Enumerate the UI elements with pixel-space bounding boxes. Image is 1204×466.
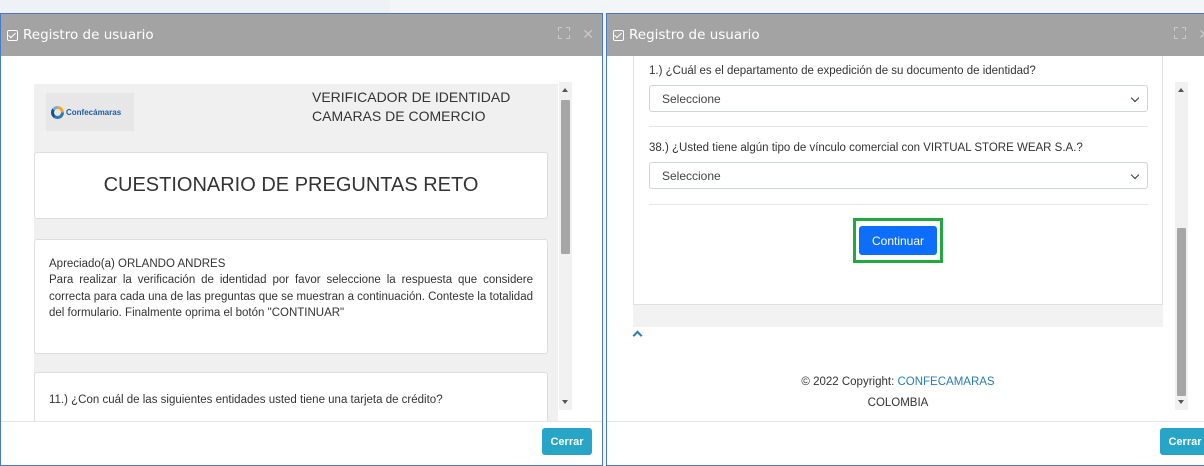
right-window-controls: ✕ — [1174, 27, 1204, 43]
panel-footer-bar — [633, 305, 1163, 327]
continue-button[interactable]: Continuar — [859, 226, 937, 255]
commercial-link-select-value: Seleccione — [662, 168, 721, 183]
left-modal-title: Registro de usuario — [23, 27, 154, 43]
left-registration-modal: Registro de usuario ✕ Confecámaras VERIF… — [0, 13, 603, 466]
scroll-down-arrow-icon[interactable] — [562, 400, 568, 404]
expand-icon[interactable] — [558, 27, 571, 39]
left-modal-footer: Cerrar — [1, 420, 602, 465]
divider — [649, 204, 1148, 205]
confecamaras-link[interactable]: CONFECAMARAS — [897, 376, 994, 388]
left-modal-body: Confecámaras VERIFICADOR DE IDENTIDAD CA… — [1, 56, 602, 422]
close-button[interactable]: Cerrar — [1160, 428, 1204, 455]
left-window-controls: ✕ — [558, 27, 594, 43]
scroll-up-arrow-icon[interactable] — [562, 88, 568, 92]
expand-icon[interactable] — [1174, 27, 1187, 39]
right-scrollbar[interactable] — [1175, 82, 1188, 410]
copyright: © 2022 Copyright: CONFECAMARAS — [633, 376, 1163, 388]
department-select-value: Seleccione — [662, 91, 721, 106]
right-modal-header: Registro de usuario ✕ — [607, 14, 1204, 56]
verifier-line-2: CAMARAS DE COMERCIO — [312, 108, 486, 124]
screen: Registro de usuario ✕ Confecámaras VERIF… — [0, 0, 1204, 466]
greeting-text: Apreciado(a) ORLANDO ANDRES — [49, 258, 226, 270]
close-icon[interactable]: ✕ — [582, 27, 594, 43]
chevron-up-icon[interactable] — [633, 327, 643, 337]
checkbox-icon — [613, 29, 624, 41]
commercial-link-select[interactable]: Seleccione — [649, 162, 1148, 189]
question-11-label: 11.) ¿Con cuál de las siguientes entidad… — [49, 394, 443, 406]
department-select[interactable]: Seleccione — [649, 85, 1148, 112]
copyright-text: © 2022 Copyright: — [801, 376, 898, 388]
checkbox-icon — [7, 29, 18, 41]
continue-highlight: Continuar — [853, 218, 943, 263]
questions-panel: 1.) ¿Cuál es el departamento de expedici… — [633, 56, 1163, 305]
close-icon[interactable]: ✕ — [1198, 27, 1204, 43]
confecamaras-logo: Confecámaras — [46, 93, 134, 131]
instructions-card: Apreciado(a) ORLANDO ANDRES Para realiza… — [34, 239, 548, 354]
right-modal-title: Registro de usuario — [629, 27, 760, 43]
divider — [649, 126, 1148, 127]
scroll-down-arrow-icon[interactable] — [1178, 400, 1184, 404]
chevron-down-icon — [1130, 93, 1140, 103]
verifier-line-1: VERIFICADOR DE IDENTIDAD — [312, 89, 511, 105]
questionnaire-title: CUESTIONARIO DE PREGUNTAS RETO — [34, 152, 548, 219]
background-strip — [0, 0, 390, 14]
scrollbar-thumb[interactable] — [561, 100, 570, 254]
left-scrollbar[interactable] — [559, 82, 572, 410]
close-button[interactable]: Cerrar — [542, 428, 592, 455]
scroll-up-arrow-icon[interactable] — [1178, 88, 1184, 92]
questions-form: 1.) ¿Cuál es el departamento de expedici… — [633, 56, 1163, 421]
scrollbar-thumb[interactable] — [1177, 228, 1186, 396]
instructions-text: Para realizar la verificación de identid… — [49, 274, 533, 319]
chevron-down-icon — [1130, 170, 1140, 180]
right-modal-footer: Cerrar — [607, 420, 1204, 465]
question-38-label: 38.) ¿Usted tiene algún tipo de vínculo … — [649, 142, 1083, 154]
logo-text: Confecámaras — [66, 107, 122, 117]
logo-icon — [51, 105, 64, 119]
right-registration-modal: Registro de usuario ✕ 1.) ¿Cuál es el de… — [606, 13, 1204, 466]
verifier-heading: VERIFICADOR DE IDENTIDAD CAMARAS DE COME… — [312, 88, 510, 126]
verification-form: Confecámaras VERIFICADOR DE IDENTIDAD CA… — [34, 84, 558, 421]
left-modal-header: Registro de usuario ✕ — [1, 14, 602, 56]
question-1-label: 1.) ¿Cuál es el departamento de expedici… — [649, 65, 1036, 77]
question-card: 11.) ¿Con cuál de las siguientes entidad… — [34, 372, 548, 421]
right-modal-body: 1.) ¿Cuál es el departamento de expedici… — [607, 56, 1204, 422]
country-text: COLOMBIA — [867, 397, 929, 409]
